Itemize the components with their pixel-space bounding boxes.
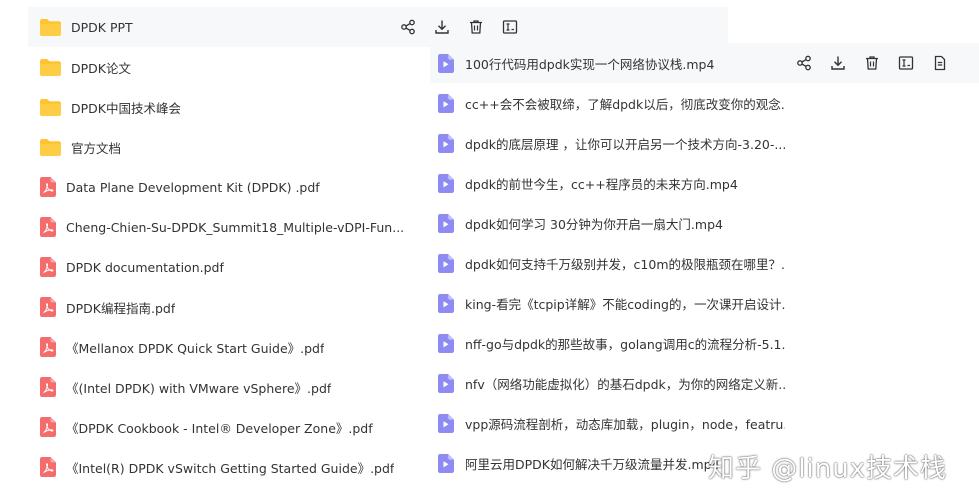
pdf-icon: [40, 337, 56, 357]
file-row[interactable]: dpdk的底层原理 ，让你可以开启另一个技术方向-3.20-...: [430, 123, 979, 163]
folder-icon: [40, 138, 61, 156]
file-name[interactable]: Data Plane Development Kit (DPDK) .pdf: [66, 180, 320, 195]
pdf-icon: [40, 377, 56, 397]
video-icon: [438, 173, 454, 193]
file-name[interactable]: dpdk如何支持千万级别并发，c10m的极限瓶颈在哪里？...: [465, 254, 785, 273]
file-name[interactable]: 《(Intel DPDK) with VMware vSphere》.pdf: [66, 378, 331, 397]
rename-icon: [898, 56, 914, 70]
video-icon: [438, 93, 454, 113]
share-icon: [797, 55, 811, 71]
right-row-actions: [796, 43, 966, 83]
file-info-icon: [934, 55, 946, 71]
download-button[interactable]: [830, 55, 846, 71]
video-icon: [438, 133, 454, 153]
folder-icon: [40, 98, 61, 116]
pdf-icon: [40, 177, 56, 197]
delete-button[interactable]: [864, 55, 880, 71]
zhihu-watermark: 知乎 @linux技术栈: [708, 454, 948, 484]
file-name[interactable]: 《Mellanox DPDK Quick Start Guide》.pdf: [66, 338, 324, 357]
video-icon: [438, 453, 454, 473]
file-row[interactable]: nff-go与dpdk的那些故事，golang调用c的流程分析-5.1...: [430, 323, 979, 363]
video-icon: [438, 253, 454, 273]
rename-button[interactable]: [898, 55, 914, 71]
file-name[interactable]: Cheng-Chien-Su-DPDK_Summit18_Multiple-vD…: [66, 220, 404, 235]
file-row[interactable]: vpp源码流程剖析，动态库加载，plugin，node，featru...: [430, 403, 979, 443]
file-name[interactable]: nff-go与dpdk的那些故事，golang调用c的流程分析-5.1...: [465, 334, 785, 353]
file-name[interactable]: DPDK论文: [71, 58, 131, 77]
file-name[interactable]: dpdk的底层原理 ，让你可以开启另一个技术方向-3.20-...: [465, 134, 785, 153]
file-name[interactable]: cc++会不会被取缔，了解dpdk以后，彻底改变你的观念...: [465, 94, 785, 113]
video-icon: [438, 373, 454, 393]
download-icon: [831, 56, 845, 70]
folder-icon: [40, 58, 61, 76]
pdf-icon: [40, 297, 56, 317]
video-icon: [438, 413, 454, 433]
pdf-icon: [40, 457, 56, 477]
trash-icon: [866, 56, 878, 70]
pdf-icon: [40, 257, 56, 277]
video-icon: [438, 53, 454, 73]
file-name[interactable]: 100行代码用dpdk实现一个网络协议栈.mp4: [465, 54, 714, 73]
share-button[interactable]: [400, 19, 416, 35]
share-button[interactable]: [796, 55, 812, 71]
file-name[interactable]: dpdk如何学习 30分钟为你开启一扇大门.mp4: [465, 214, 723, 233]
file-name[interactable]: king-看完《tcpip详解》不能coding的，一次课开启设计...: [465, 294, 785, 313]
file-name[interactable]: DPDK中国技术峰会: [71, 98, 181, 117]
video-icon: [438, 293, 454, 313]
right-file-list: 100行代码用dpdk实现一个网络协议栈.mp4 cc++会不会被取缔，了解dpd…: [430, 0, 979, 473]
file-name[interactable]: vpp源码流程剖析，动态库加载，plugin，node，featru...: [465, 414, 785, 433]
pdf-icon: [40, 417, 56, 437]
file-row[interactable]: king-看完《tcpip详解》不能coding的，一次课开启设计...: [430, 283, 979, 323]
video-icon: [438, 213, 454, 233]
file-row[interactable]: dpdk如何支持千万级别并发，c10m的极限瓶颈在哪里？...: [430, 243, 979, 283]
share-icon: [401, 19, 415, 35]
file-name[interactable]: DPDK编程指南.pdf: [66, 298, 175, 317]
file-row[interactable]: 100行代码用dpdk实现一个网络协议栈.mp4: [430, 43, 979, 83]
file-name[interactable]: 《Intel(R) DPDK vSwitch Getting Started G…: [66, 458, 394, 477]
file-name[interactable]: 官方文档: [71, 138, 121, 157]
file-name[interactable]: 阿里云用DPDK如何解决千万级流量并发.mp4: [465, 454, 720, 473]
file-row[interactable]: cc++会不会被取缔，了解dpdk以后，彻底改变你的观念...: [430, 83, 979, 123]
file-row[interactable]: dpdk的前世今生，cc++程序员的未来方向.mp4: [430, 163, 979, 203]
folder-icon: [40, 18, 61, 36]
file-name[interactable]: 《DPDK Cookbook - Intel® Developer Zone》.…: [66, 418, 373, 437]
file-row[interactable]: dpdk如何学习 30分钟为你开启一扇大门.mp4: [430, 203, 979, 243]
file-row[interactable]: nfv（网络功能虚拟化）的基石dpdk，为你的网络定义新...: [430, 363, 979, 403]
pdf-icon: [40, 217, 56, 237]
video-icon: [438, 333, 454, 353]
file-name[interactable]: nfv（网络功能虚拟化）的基石dpdk，为你的网络定义新...: [465, 374, 785, 393]
more-button[interactable]: [932, 55, 948, 71]
right-rows: 100行代码用dpdk实现一个网络协议栈.mp4 cc++会不会被取缔，了解dpd…: [430, 43, 979, 483]
file-name[interactable]: DPDK PPT: [71, 20, 133, 35]
file-name[interactable]: dpdk的前世今生，cc++程序员的未来方向.mp4: [465, 174, 738, 193]
file-name[interactable]: DPDK documentation.pdf: [66, 260, 224, 275]
